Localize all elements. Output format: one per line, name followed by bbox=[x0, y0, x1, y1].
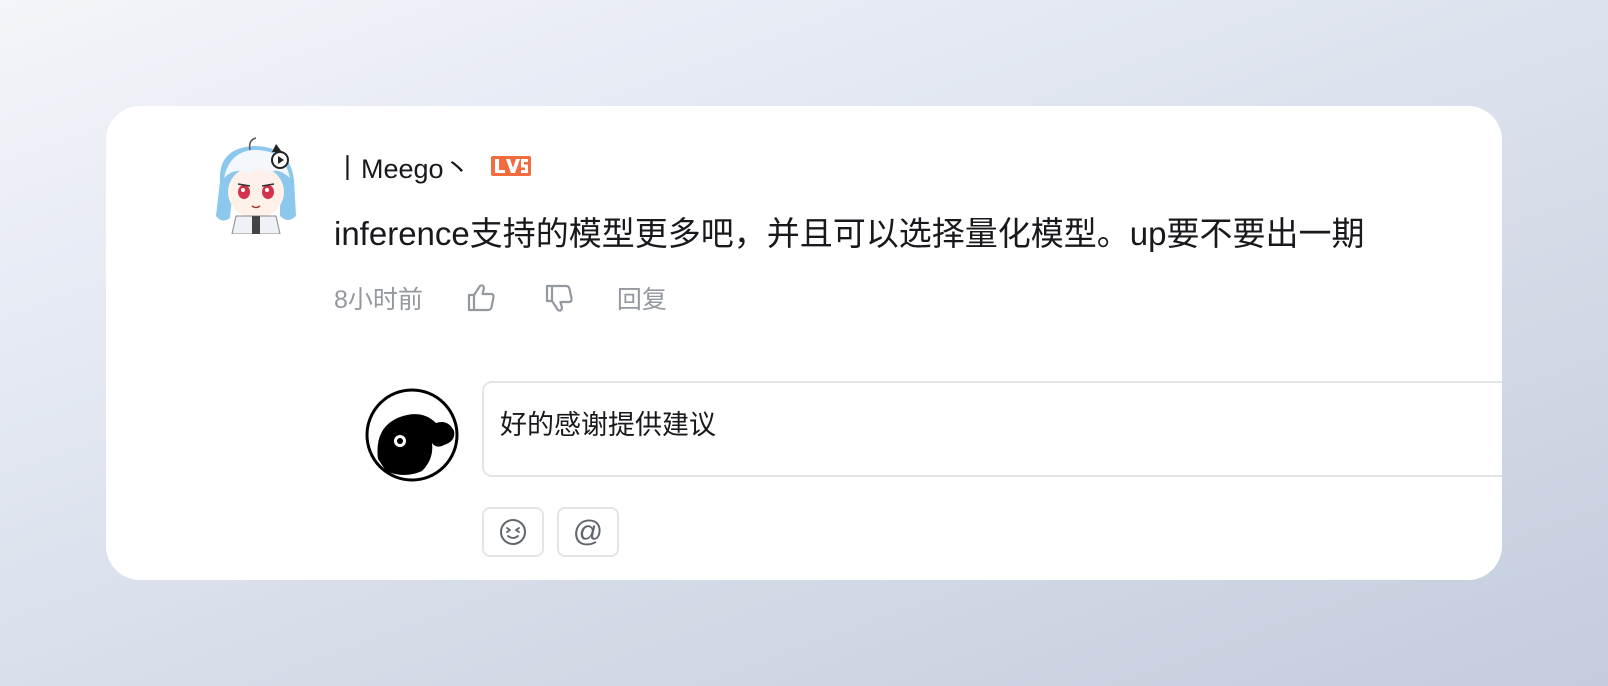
commenter-avatar[interactable] bbox=[210, 136, 302, 234]
comment-header: 丨Meego丶 bbox=[334, 146, 1472, 186]
thumbs-down-icon[interactable] bbox=[541, 280, 577, 316]
reply-input[interactable]: 好的感谢提供建议 bbox=[482, 381, 1502, 477]
emoji-icon bbox=[500, 519, 526, 545]
comment-time: 8小时前 bbox=[334, 286, 423, 314]
username[interactable]: 丨Meego丶 bbox=[334, 147, 471, 186]
comment-body: 丨Meego丶 inference支持的模型更多吧，并且可以选择量化模型。up要… bbox=[334, 146, 1472, 318]
level-5-badge-graphic bbox=[490, 156, 531, 176]
at-icon: @ bbox=[572, 515, 604, 548]
reply-button[interactable]: 回复 bbox=[617, 280, 667, 316]
comment-card: 丨Meego丶 inference支持的模型更多吧，并且可以选择量化模型。up要… bbox=[106, 106, 1502, 580]
my-avatar[interactable] bbox=[364, 387, 460, 483]
level-badge-icon bbox=[490, 156, 531, 176]
emoji-button[interactable] bbox=[482, 507, 544, 557]
thumbs-up-icon[interactable] bbox=[463, 280, 499, 316]
comment-actions: 8小时前 回复 bbox=[334, 278, 1472, 318]
at-mention-button[interactable]: @ bbox=[557, 507, 619, 557]
comment-text: inference支持的模型更多吧，并且可以选择量化模型。up要不要出一期 bbox=[334, 215, 1365, 252]
